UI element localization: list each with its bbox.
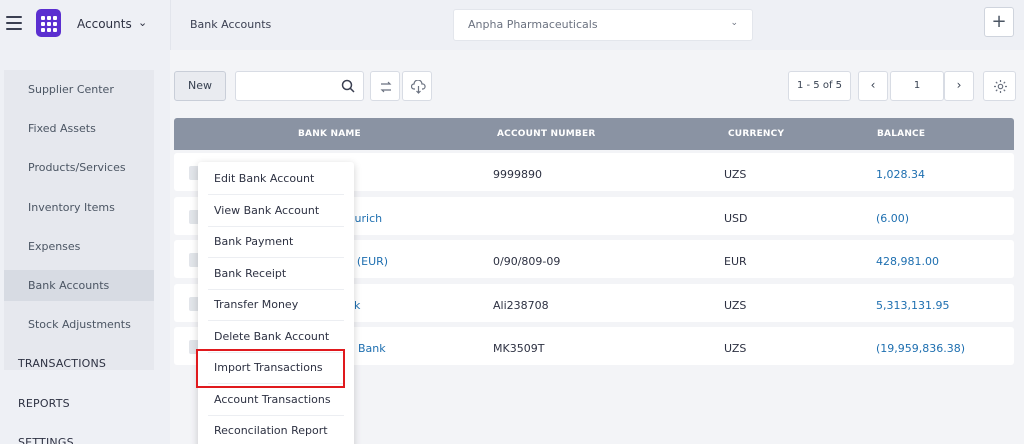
module-switcher[interactable]: Accounts <box>77 17 132 31</box>
menu-item-reconcilation-report[interactable]: Reconcilation Report <box>214 424 328 437</box>
hamburger-menu-icon[interactable] <box>6 16 22 30</box>
cloud-download-icon <box>411 80 426 94</box>
balance-cell[interactable]: 428,981.00 <box>876 255 939 268</box>
transfer-icon-button[interactable] <box>370 71 400 101</box>
settings-button[interactable] <box>983 71 1016 101</box>
sidebar-section-reports[interactable]: REPORTS <box>18 397 70 410</box>
next-page-button[interactable]: › <box>944 71 974 101</box>
sidebar-item-fixed-assets[interactable]: Fixed Assets <box>28 122 96 135</box>
account-number-cell: 0/90/809-09 <box>493 255 561 268</box>
company-select-value: Anpha Pharmaceuticals <box>468 18 598 31</box>
search-box <box>235 71 364 101</box>
sidebar-item-supplier-center[interactable]: Supplier Center <box>28 83 114 96</box>
balance-cell[interactable]: 1,028.34 <box>876 168 925 181</box>
sidebar-item-inventory-items[interactable]: Inventory Items <box>28 201 115 214</box>
new-button[interactable]: New <box>174 71 226 101</box>
sidebar-item-expenses[interactable]: Expenses <box>28 240 80 253</box>
menu-divider <box>208 194 344 195</box>
column-header-account-number[interactable]: ACCOUNT NUMBER <box>497 129 595 139</box>
sidebar-item-bank-accounts[interactable]: Bank Accounts <box>28 279 109 292</box>
add-button[interactable]: + <box>984 7 1014 37</box>
app-logo-icon <box>36 9 61 37</box>
menu-item-edit-bank-account[interactable]: Edit Bank Account <box>214 172 314 185</box>
column-header-bank-name[interactable]: BANK NAME <box>298 129 361 139</box>
gear-icon <box>994 80 1007 93</box>
account-number-cell: 9999890 <box>493 168 542 181</box>
row-context-menu: Edit Bank Account View Bank Account Bank… <box>198 162 354 444</box>
currency-cell: USD <box>724 212 748 225</box>
sidebar: Supplier Center Fixed Assets Products/Se… <box>0 50 170 444</box>
currency-cell: UZS <box>724 342 747 355</box>
menu-item-bank-receipt[interactable]: Bank Receipt <box>214 267 286 280</box>
sidebar-item-products-services[interactable]: Products/Services <box>28 161 126 174</box>
bank-name-cell[interactable]: Bank <box>358 342 386 355</box>
menu-divider <box>208 257 344 258</box>
chevron-down-icon: ⌄ <box>730 18 738 28</box>
menu-item-bank-payment[interactable]: Bank Payment <box>214 235 293 248</box>
cloud-download-button[interactable] <box>402 71 432 101</box>
currency-cell: UZS <box>724 299 747 312</box>
account-number-cell: MK3509T <box>493 342 545 355</box>
menu-divider <box>208 415 344 416</box>
currency-cell: EUR <box>724 255 747 268</box>
pagination-count: 1 - 5 of 5 <box>788 71 851 101</box>
column-header-currency[interactable]: CURRENCY <box>728 129 784 139</box>
menu-divider <box>208 289 344 290</box>
sidebar-item-stock-adjustments[interactable]: Stock Adjustments <box>28 318 131 331</box>
sidebar-section-transactions[interactable]: TRANSACTIONS <box>18 357 106 370</box>
account-number-cell: Ali238708 <box>493 299 549 312</box>
transfer-arrows-icon <box>380 81 392 93</box>
balance-cell[interactable]: 5,313,131.95 <box>876 299 949 312</box>
header-divider <box>170 0 171 50</box>
company-select[interactable]: Anpha Pharmaceuticals ⌄ <box>453 9 753 41</box>
menu-item-account-transactions[interactable]: Account Transactions <box>214 393 331 406</box>
balance-cell[interactable]: (6.00) <box>876 212 909 225</box>
currency-cell: UZS <box>724 168 747 181</box>
table-header: BANK NAME ACCOUNT NUMBER CURRENCY BALANC… <box>174 118 1014 150</box>
menu-item-transfer-money[interactable]: Transfer Money <box>214 298 298 311</box>
page-number-input[interactable]: 1 <box>890 71 944 101</box>
previous-page-button[interactable]: ‹ <box>858 71 888 101</box>
sidebar-section-settings[interactable]: SETTINGS <box>18 436 74 444</box>
search-input[interactable] <box>242 72 337 100</box>
search-icon[interactable] <box>341 79 355 93</box>
menu-divider <box>208 320 344 321</box>
top-bar: Accounts ⌄ Bank Accounts Anpha Pharmaceu… <box>0 0 1024 50</box>
balance-cell[interactable]: (19,959,836.38) <box>876 342 965 355</box>
breadcrumb: Bank Accounts <box>190 18 272 31</box>
chevron-down-icon[interactable]: ⌄ <box>138 16 147 29</box>
menu-item-delete-bank-account[interactable]: Delete Bank Account <box>214 330 329 343</box>
column-header-balance[interactable]: BALANCE <box>877 129 925 139</box>
menu-item-view-bank-account[interactable]: View Bank Account <box>214 204 319 217</box>
highlight-annotation-box <box>196 349 345 388</box>
menu-divider <box>208 226 344 227</box>
